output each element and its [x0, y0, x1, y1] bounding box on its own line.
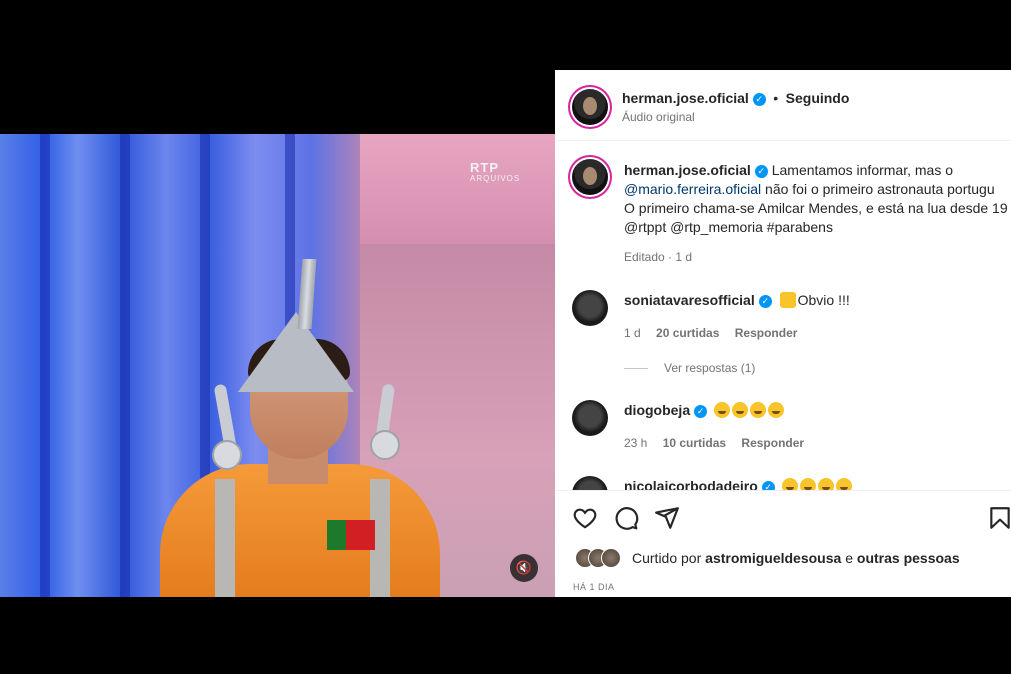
caption-tags[interactable]: @rtppt @rtp_memoria #parabens	[624, 218, 833, 237]
caption-line-2: @mario.ferreira.oficial não foi o primei…	[624, 180, 995, 199]
watermark-main: RTP	[470, 160, 499, 175]
laughing-emoji-icons	[714, 402, 786, 418]
header-line: herman.jose.oficial ✓ • Seguindo	[622, 90, 849, 108]
caption-line-3: O primeiro chama-se Amilcar Mendes, e es…	[624, 200, 1008, 216]
verified-icon: ✓	[754, 165, 768, 178]
liked-by-text: Curtido por astromigueldesousa e outras …	[632, 550, 960, 566]
antenna-ball-left	[212, 440, 242, 470]
divider	[624, 368, 648, 370]
post-panel: herman.jose.oficial ✓ • Seguindo Áudio or…	[555, 70, 1011, 597]
avatar[interactable]	[572, 89, 608, 125]
header-username[interactable]: herman.jose.oficial	[622, 90, 749, 106]
comment-username[interactable]: soniatavaresofficial	[624, 292, 755, 308]
caption-text: não foi o primeiro astronauta portugu	[765, 181, 995, 197]
comment-avatar[interactable]	[572, 400, 608, 436]
comment-text: Obvio !!!	[797, 292, 850, 308]
funnel-helmet	[238, 312, 354, 392]
liked-user-link[interactable]: astromigueldesousa	[705, 550, 841, 566]
action-bar: Curtido por astromigueldesousa e outras …	[555, 490, 1011, 597]
reply-button[interactable]: Responder	[741, 436, 804, 450]
heart-icon[interactable]	[572, 505, 598, 531]
caption-line-1: herman.jose.oficial ✓ Lamentamos informar…	[624, 161, 953, 180]
post-date: HÁ 1 DIA	[573, 582, 615, 592]
comment-meta: 23 h 10 curtidas Responder	[624, 436, 804, 450]
reply-button[interactable]: Responder	[735, 326, 798, 340]
video-frame: RTP ARQUIVOS	[0, 134, 555, 597]
video-player[interactable]: RTP ARQUIVOS	[0, 70, 555, 597]
comment-meta: 1 d 20 curtidas Responder	[624, 326, 797, 340]
liked-prefix: Curtido por	[632, 550, 702, 566]
background-stripe	[120, 134, 130, 597]
comment-time: 1 d	[624, 326, 641, 340]
background-stripe	[40, 134, 50, 597]
caption-meta: Editado · 1 d	[624, 250, 693, 264]
harness-strap	[215, 479, 235, 597]
watermark-sub: ARQUIVOS	[470, 174, 521, 183]
comment-avatar[interactable]	[572, 290, 608, 326]
rtp-arquivos-watermark: RTP ARQUIVOS	[470, 160, 521, 184]
separator: •	[773, 90, 779, 106]
audio-link[interactable]: Áudio original	[622, 110, 695, 124]
caption-username[interactable]: herman.jose.oficial	[624, 162, 751, 178]
caption-avatar[interactable]	[572, 159, 608, 195]
comment-line: diogobeja ✓	[624, 401, 786, 420]
verified-icon: ✓	[694, 405, 708, 418]
antenna-ball-right	[370, 430, 400, 460]
share-icon[interactable]	[654, 505, 680, 531]
bookmark-icon[interactable]	[987, 505, 1011, 531]
comment-username[interactable]: diogobeja	[624, 402, 690, 418]
studio-backdrop	[360, 134, 555, 244]
comment-likes[interactable]: 20 curtidas	[656, 326, 719, 340]
comment-line: soniatavaresofficial ✓ Obvio !!!	[624, 291, 850, 310]
verified-icon: ✓	[758, 295, 772, 308]
caption-text: Lamentamos informar, mas o	[771, 162, 954, 178]
mention-link[interactable]: @mario.ferreira.oficial	[624, 181, 761, 197]
view-replies-label: Ver respostas (1)	[664, 361, 756, 375]
mute-icon[interactable]: 🔇	[510, 554, 538, 582]
post-header: herman.jose.oficial ✓ • Seguindo Áudio or…	[555, 70, 1011, 141]
face-emoji-icon	[779, 292, 796, 308]
following-button[interactable]: Seguindo	[786, 90, 850, 106]
liked-others-link[interactable]: outras pessoas	[857, 550, 960, 566]
liked-by-avatars	[575, 548, 627, 568]
liked-and: e	[845, 550, 853, 566]
comment-time: 23 h	[624, 436, 648, 450]
portugal-flag-patch	[327, 520, 375, 550]
verified-icon: ✓	[752, 93, 766, 106]
comment-icon[interactable]	[613, 505, 639, 531]
comment-likes[interactable]: 10 curtidas	[663, 436, 726, 450]
view-replies-button[interactable]: Ver respostas (1)	[624, 361, 755, 375]
